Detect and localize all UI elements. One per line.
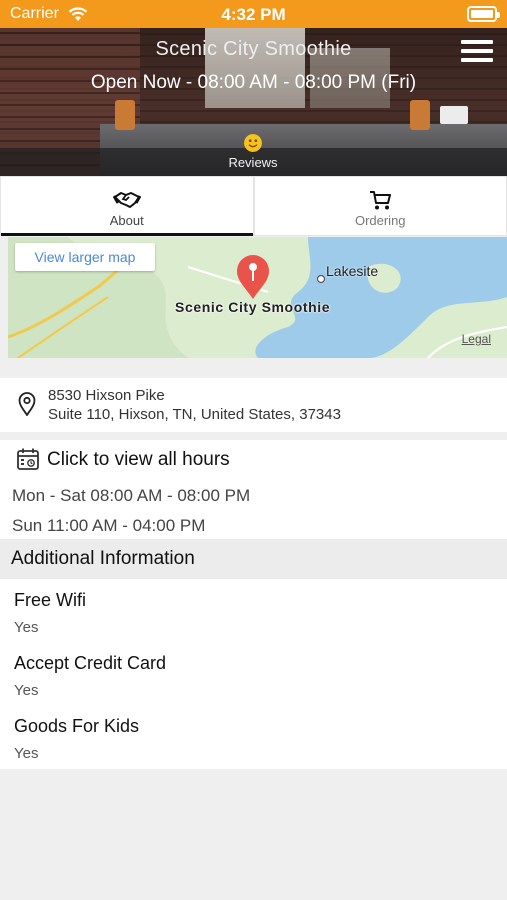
status-bar: Carrier 4:32 PM	[0, 0, 507, 28]
tab-about[interactable]: About	[0, 176, 254, 236]
info-item-value: Yes	[14, 619, 39, 636]
view-all-hours-link[interactable]: Click to view all hours	[47, 449, 230, 471]
view-larger-map-link[interactable]: View larger map	[15, 243, 155, 271]
map-pin-icon	[237, 255, 269, 299]
map-place-label: Scenic City Smoothie	[175, 299, 331, 315]
hours-row: Mon - Sat 08:00 AM - 08:00 PM	[12, 486, 251, 505]
reviews-button[interactable]: Reviews	[203, 134, 303, 170]
address-card[interactable]: 8530 Hixson Pike Suite 110, Hixson, TN, …	[0, 378, 507, 432]
handshake-icon	[112, 192, 141, 208]
additional-info-header: Additional Information	[0, 539, 507, 579]
open-status: Open Now - 08:00 AM - 08:00 PM (Fri)	[90, 72, 417, 93]
tab-about-label: About	[109, 213, 144, 228]
store-title: Scenic City Smoothie	[155, 38, 352, 60]
info-item-label: Accept Credit Card	[14, 653, 167, 673]
additional-info-list: Free Wifi Yes Accept Credit Card Yes Goo…	[0, 579, 507, 769]
cart-icon	[370, 191, 392, 210]
address-line-2: Suite 110, Hixson, TN, United States, 37…	[48, 406, 341, 423]
info-item-value: Yes	[14, 745, 39, 762]
address-line-1: 8530 Hixson Pike	[48, 387, 165, 404]
hours-row: Sun 11:00 AM - 04:00 PM	[12, 516, 206, 535]
reviews-label: Reviews	[228, 155, 278, 170]
tab-bar: About Ordering	[0, 176, 507, 236]
tab-ordering[interactable]: Ordering	[253, 176, 507, 236]
location-pin-icon	[18, 392, 36, 416]
info-item-label: Free Wifi	[14, 590, 86, 610]
clock: 4:32 PM	[221, 5, 286, 24]
info-item-value: Yes	[14, 682, 39, 699]
hamburger-menu-icon[interactable]	[461, 40, 493, 64]
map-town-label: Lakesite	[326, 263, 379, 279]
battery-icon	[467, 6, 500, 22]
store-header: Scenic City Smoothie Open Now - 08:00 AM…	[0, 28, 507, 176]
tab-ordering-label: Ordering	[354, 213, 406, 228]
map-legal-link[interactable]: Legal	[462, 332, 491, 346]
smiley-icon	[244, 134, 262, 152]
calendar-icon	[17, 448, 39, 470]
info-item-label: Goods For Kids	[14, 716, 140, 736]
location-map[interactable]: View larger map Scenic City Smoothie Lak…	[8, 237, 507, 358]
additional-info-title: Additional Information	[11, 548, 195, 569]
hours-card: Click to view all hours Mon - Sat 08:00 …	[0, 440, 507, 539]
